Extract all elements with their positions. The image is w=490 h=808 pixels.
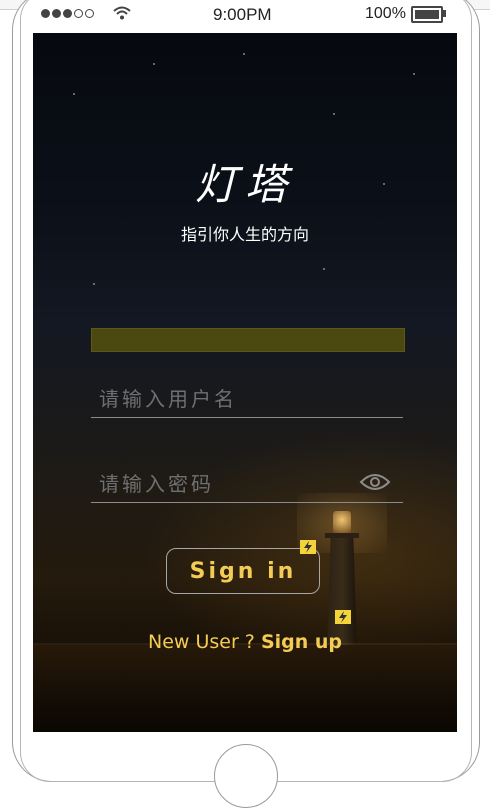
username-input[interactable] [97, 383, 351, 415]
app-title: 灯塔 [194, 160, 295, 209]
lightning-icon [335, 610, 351, 624]
sign-up-link[interactable]: Sign up [261, 631, 342, 653]
sea-background [33, 645, 457, 732]
username-field [91, 377, 403, 418]
signal-dots-icon [41, 9, 94, 18]
message-bar [91, 328, 405, 352]
password-field [91, 462, 403, 503]
new-user-text: New User ? [147, 631, 261, 653]
lighthouse-illustration [297, 493, 387, 651]
eye-icon[interactable] [359, 472, 391, 492]
password-input[interactable] [97, 468, 351, 500]
home-button[interactable] [214, 744, 278, 808]
sign-in-button[interactable]: Sign in [166, 548, 320, 594]
signup-prompt: New User ? Sign up [33, 631, 457, 653]
status-time: 9:00PM [213, 5, 272, 24]
login-screen: 灯塔 指引你人生的方向 Sign in New User ? Sign up [33, 33, 457, 732]
battery-nub [443, 10, 446, 17]
lightning-icon [300, 540, 316, 554]
battery-percentage: 100% [365, 5, 406, 22]
battery-icon [411, 6, 443, 23]
app-subtitle: 指引你人生的方向 [180, 225, 309, 244]
wifi-icon [113, 6, 131, 20]
status-bar: 9:00PM 100% [33, 0, 457, 32]
